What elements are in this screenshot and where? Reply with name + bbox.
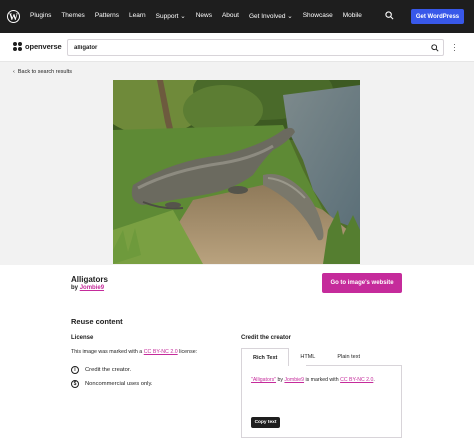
nav-plugins[interactable]: Plugins bbox=[30, 12, 51, 20]
attribution-text: "Alligators" by Jombie9 is marked with C… bbox=[251, 377, 375, 383]
noncommercial-icon: $ bbox=[71, 380, 79, 388]
openverse-logo[interactable]: openverse bbox=[13, 42, 62, 51]
nav-get-involved[interactable]: Get Involved ⌄ bbox=[249, 12, 293, 20]
alligator-photo-art bbox=[113, 80, 360, 264]
search-submit-icon[interactable] bbox=[431, 44, 439, 52]
license-link[interactable]: CC BY-NC 2.0 bbox=[144, 349, 178, 355]
license-suffix: license: bbox=[179, 349, 198, 355]
nav-support[interactable]: Support ⌄ bbox=[156, 12, 186, 20]
nav-about[interactable]: About bbox=[222, 12, 239, 20]
reuse-heading: Reuse content bbox=[71, 317, 123, 326]
back-link-label: Back to search results bbox=[17, 69, 72, 75]
search-bar bbox=[67, 39, 444, 56]
wordpress-nav: Plugins Themes Patterns Learn Support ⌄ … bbox=[30, 12, 372, 20]
nav-showcase[interactable]: Showcase bbox=[303, 12, 333, 20]
openverse-logo-text: openverse bbox=[25, 42, 62, 51]
attribution-marked: is marked with bbox=[305, 377, 339, 383]
term-credit-text: Credit the creator. bbox=[85, 367, 132, 373]
license-text: This image was marked with a CC BY-NC 2.… bbox=[71, 349, 197, 355]
attribution-license-link[interactable]: CC BY-NC 2.0 bbox=[340, 377, 373, 383]
term-noncommercial-text: Noncommercial uses only. bbox=[85, 381, 153, 387]
credit-heading: Credit the creator bbox=[241, 335, 292, 341]
nav-patterns[interactable]: Patterns bbox=[95, 12, 119, 20]
search-input[interactable] bbox=[74, 43, 414, 53]
search-icon[interactable] bbox=[385, 11, 394, 20]
author-link[interactable]: Jombie9 bbox=[80, 285, 104, 291]
nav-learn[interactable]: Learn bbox=[129, 12, 146, 20]
tab-html[interactable]: HTML bbox=[289, 348, 326, 366]
nav-news[interactable]: News bbox=[196, 12, 212, 20]
nav-mobile[interactable]: Mobile bbox=[343, 12, 362, 20]
image-byline: by Jombie9 bbox=[71, 285, 104, 291]
attribution-by: by bbox=[277, 377, 283, 383]
by-label: by bbox=[71, 285, 79, 291]
nav-themes[interactable]: Themes bbox=[61, 12, 84, 20]
go-to-website-button[interactable]: Go to image's website bbox=[322, 273, 402, 293]
image-title: Alligators bbox=[71, 275, 108, 284]
attribution-author-link[interactable]: Jombie9 bbox=[284, 377, 304, 383]
copy-text-button[interactable]: Copy text bbox=[251, 417, 280, 428]
chevron-left-icon: ‹ bbox=[13, 69, 15, 75]
credit-tabs: Rich Text HTML Plain text bbox=[241, 348, 402, 366]
attribution-title-link[interactable]: "Alligators" bbox=[251, 377, 276, 383]
person-icon: i bbox=[71, 366, 79, 374]
license-heading: License bbox=[71, 335, 94, 341]
get-wordpress-button[interactable]: Get WordPress bbox=[411, 9, 464, 24]
tab-rich-text[interactable]: Rich Text bbox=[241, 348, 290, 366]
alligator-photo[interactable] bbox=[113, 80, 360, 264]
wordpress-bar: W Plugins Themes Patterns Learn Support … bbox=[0, 0, 474, 33]
tab-plain-text[interactable]: Plain text bbox=[326, 348, 371, 366]
credit-panel: "Alligators" by Jombie9 is marked with C… bbox=[241, 366, 402, 438]
wordpress-logo-icon[interactable]: W bbox=[7, 10, 20, 23]
license-prefix: This image was marked with a bbox=[71, 349, 143, 355]
more-menu-icon[interactable]: · · · bbox=[453, 41, 456, 55]
openverse-header: openverse bbox=[0, 33, 474, 62]
attribution-end: . bbox=[373, 377, 375, 383]
license-term-noncommercial: $ Noncommercial uses only. bbox=[71, 380, 153, 388]
back-to-results-link[interactable]: ‹ Back to search results bbox=[13, 69, 72, 75]
openverse-logo-icon bbox=[13, 42, 22, 51]
license-term-credit: i Credit the creator. bbox=[71, 366, 131, 374]
